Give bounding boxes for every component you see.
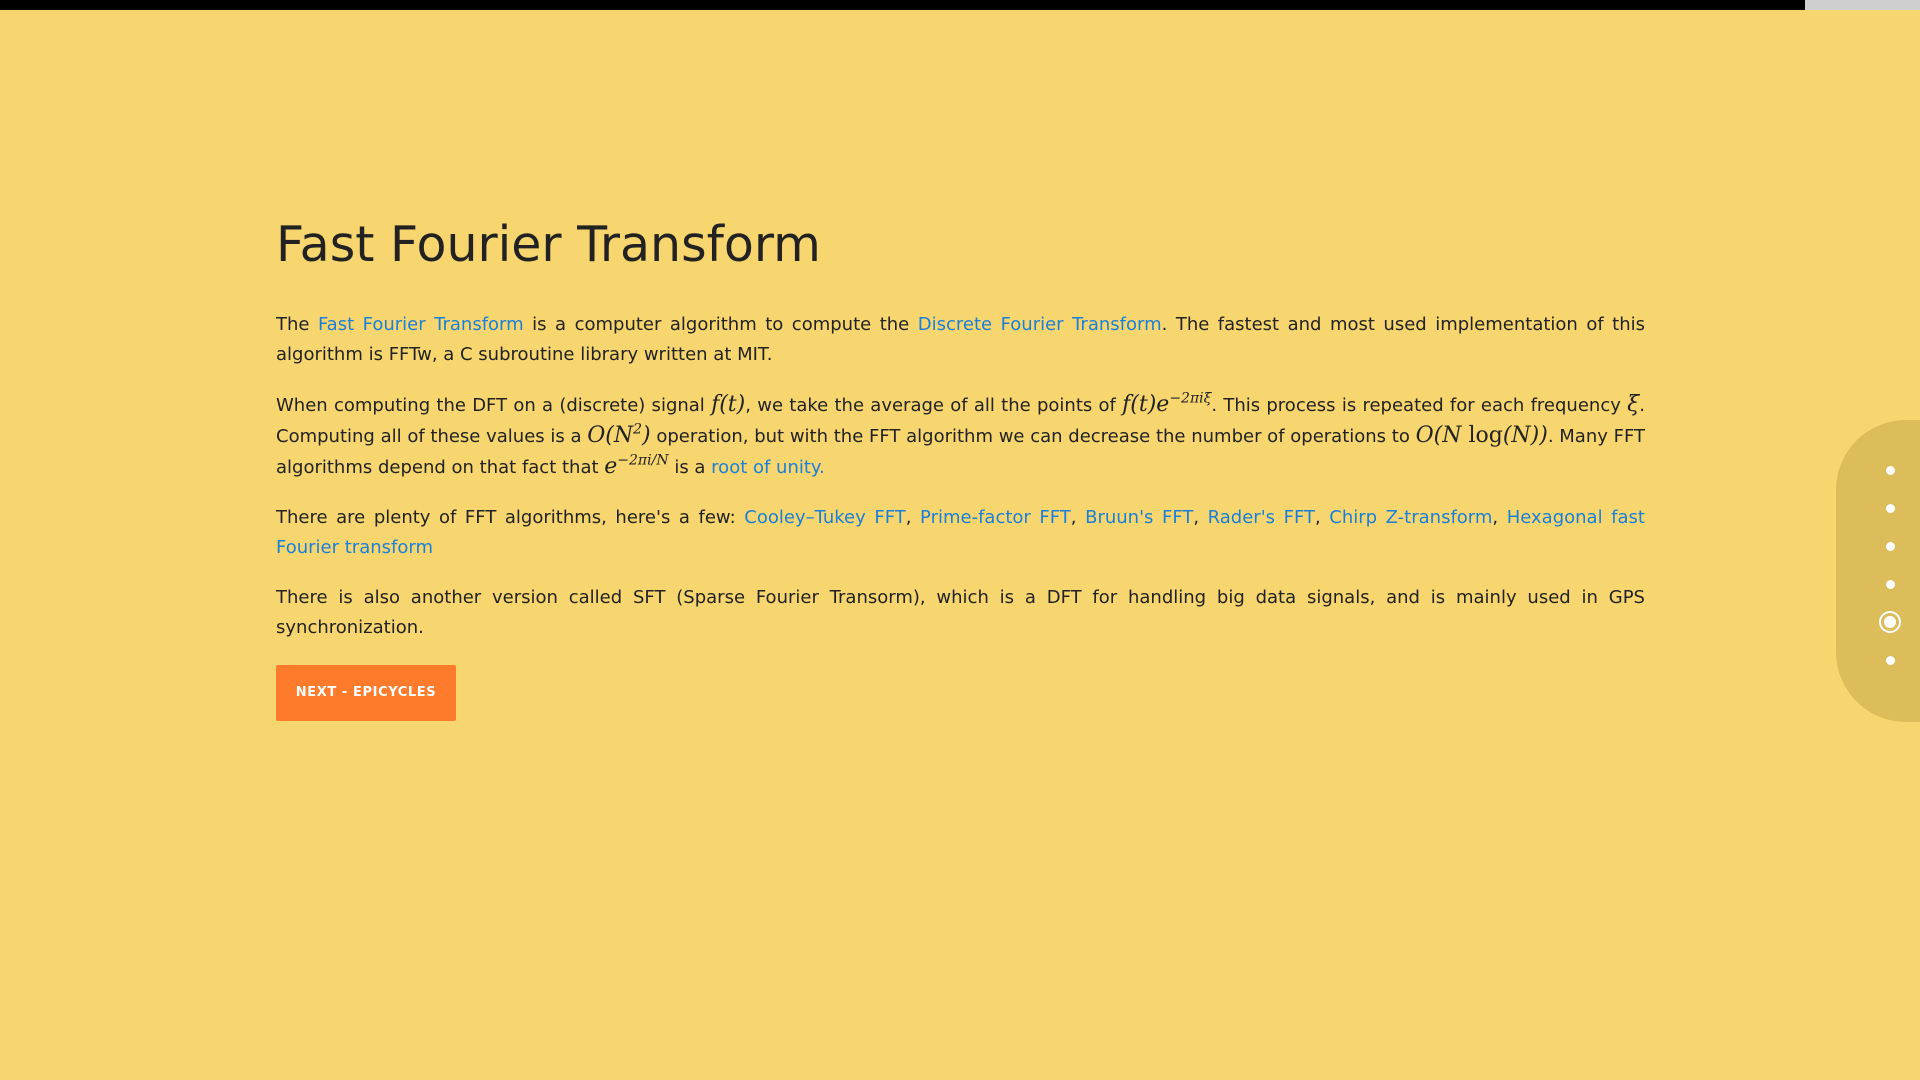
section-nav [1836, 420, 1920, 722]
section-nav-dot[interactable] [1885, 541, 1895, 551]
chirp-z-link[interactable]: Chirp Z-transform [1329, 507, 1492, 528]
sft-paragraph: There is also another version called SFT… [276, 587, 1645, 638]
math-log: log [1468, 423, 1503, 448]
rader-link[interactable]: Rader's FFT [1208, 507, 1315, 528]
bruun-link[interactable]: Bruun's FFT [1085, 507, 1193, 528]
page-title: Fast Fourier Transform [276, 216, 821, 273]
math-base: f(t)e [1122, 392, 1170, 417]
math-end: ) [642, 423, 651, 448]
math-exponent: −2πiξ [1169, 390, 1212, 407]
math-exponent: −2πi/N [617, 452, 669, 469]
math-f-of-t: f(t) [711, 392, 746, 417]
math-xi: ξ [1627, 392, 1640, 417]
cooley-tukey-link[interactable]: Cooley–Tukey FFT [744, 507, 905, 528]
text: There are plenty of FFT algorithms, here… [276, 507, 745, 528]
separator: , [1314, 507, 1330, 528]
section-nav-dot[interactable] [1885, 579, 1895, 589]
prime-factor-link[interactable]: Prime-factor FFT [920, 507, 1071, 528]
text: operation, but with the FFT algorithm we… [650, 426, 1416, 447]
text: The [276, 314, 318, 335]
text: . This process is repeated for each freq… [1211, 395, 1628, 416]
section-nav-dot[interactable] [1885, 465, 1895, 475]
separator: , [905, 507, 921, 528]
main-content: Fast Fourier Transform The Fast Fourier … [276, 210, 1645, 721]
text: is a [668, 457, 712, 478]
progress-track [0, 0, 1920, 10]
dft-paragraph: When computing the DFT on a (discrete) s… [276, 390, 1645, 483]
progress-bar [0, 0, 1805, 10]
math-part: O(N [1415, 423, 1469, 448]
intro-paragraph: The Fast Fourier Transform is a computer… [276, 310, 1645, 370]
separator: , [1492, 507, 1507, 528]
text: When computing the DFT on a (discrete) s… [276, 395, 712, 416]
math-base: e [604, 454, 618, 479]
algorithms-paragraph: There are plenty of FFT algorithms, here… [276, 503, 1645, 563]
fft-link[interactable]: Fast Fourier Transform [318, 314, 524, 335]
math-f-exp: f(t)e−2πiξ [1122, 392, 1211, 417]
text: , we take the average of all the points … [745, 395, 1123, 416]
separator: , [1070, 507, 1086, 528]
math-part: (N)) [1502, 423, 1548, 448]
section-nav-dot[interactable] [1884, 616, 1896, 628]
math-base: O(N [587, 423, 634, 448]
separator: , [1193, 507, 1208, 528]
next-epicycles-button[interactable]: NEXT - EPICYCLES [276, 665, 456, 721]
math-exponent: 2 [633, 421, 643, 438]
section-nav-dot[interactable] [1885, 655, 1895, 665]
math-o-n-log-n: O(N log(N)) [1416, 423, 1548, 448]
text: is a computer algorithm to compute the [523, 314, 918, 335]
dft-link[interactable]: Discrete Fourier Transform [918, 314, 1162, 335]
section-nav-dot[interactable] [1885, 503, 1895, 513]
math-o-n-squared: O(N2) [587, 423, 650, 448]
math-root: e−2πi/N [604, 454, 668, 479]
root-of-unity-link[interactable]: root of unity. [711, 457, 825, 478]
